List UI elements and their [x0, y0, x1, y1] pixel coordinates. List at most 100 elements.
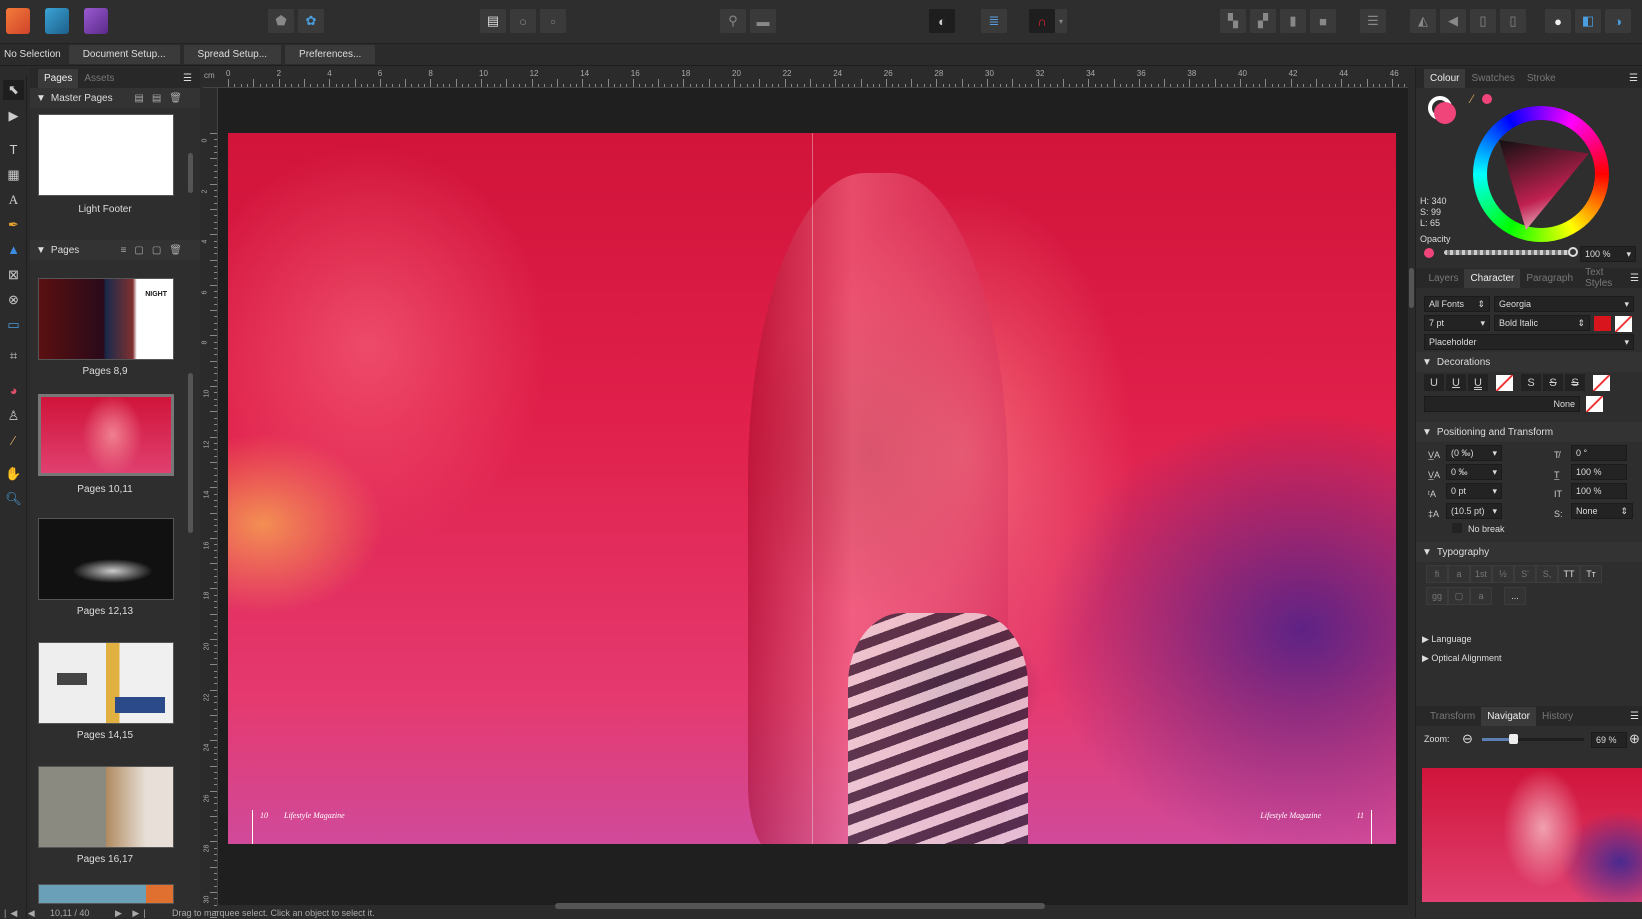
zoom-out-icon[interactable]: ⊖: [1462, 731, 1473, 747]
tab-navigator[interactable]: Navigator: [1481, 706, 1537, 726]
tab-colour[interactable]: Colour: [1424, 68, 1466, 88]
page-thumb-8-9[interactable]: NIGHT: [38, 278, 174, 360]
zoom-field[interactable]: 69 %: [1591, 732, 1627, 748]
superscript-select[interactable]: None ⇕: [1571, 503, 1633, 519]
node-tool-icon[interactable]: ▶: [3, 106, 24, 126]
superscript-button[interactable]: S': [1514, 565, 1536, 583]
page-thumb-14-15[interactable]: [38, 642, 174, 724]
snapping-dropdown-icon[interactable]: ▾: [1055, 9, 1067, 33]
frame-mode-icon[interactable]: ▫: [540, 9, 566, 33]
zoom-tool-icon[interactable]: 🔍︎: [3, 489, 24, 509]
zoom-slider-handle[interactable]: [1508, 734, 1518, 744]
tab-assets[interactable]: Assets: [78, 69, 120, 88]
tracking-field[interactable]: (0 ‰) ▾: [1446, 445, 1502, 461]
master-pages-section[interactable]: ▼ Master Pages ▤▤🗑︎: [30, 88, 200, 108]
tab-stroke[interactable]: Stroke: [1521, 69, 1562, 88]
font-style-select[interactable]: Bold Italic ⇕: [1494, 315, 1590, 331]
horizontal-scale-field[interactable]: 100 %: [1571, 483, 1627, 499]
underline-double-button[interactable]: U: [1468, 374, 1488, 391]
rotate-right-icon[interactable]: ▯: [1500, 9, 1526, 33]
color-picker-tool-icon[interactable]: ⁄: [3, 431, 24, 451]
no-break-checkbox[interactable]: [1452, 523, 1462, 533]
shear-field[interactable]: 0 °: [1571, 445, 1627, 461]
baseline-grid-icon[interactable]: ≣: [981, 9, 1007, 33]
tab-pages[interactable]: Pages: [38, 68, 79, 88]
arrange-forward-icon[interactable]: ▮: [1280, 9, 1306, 33]
contextual-button[interactable]: a: [1470, 587, 1492, 605]
picked-color-swatch[interactable]: [1482, 94, 1492, 104]
small-caps-button[interactable]: Tт: [1580, 565, 1602, 583]
opacity-slider-handle[interactable]: [1568, 247, 1578, 257]
vertical-scale-field[interactable]: 100 %: [1571, 464, 1627, 480]
pages-scrollbar[interactable]: [188, 373, 193, 533]
tab-layers[interactable]: Layers: [1422, 269, 1464, 288]
opacity-slider[interactable]: [1444, 247, 1578, 257]
place-image-tool-icon[interactable]: ▭: [3, 315, 24, 335]
decorations-section[interactable]: ▼ Decorations: [1416, 352, 1642, 372]
horizontal-scrollbar[interactable]: [555, 903, 1045, 909]
positioning-section[interactable]: ▼ Positioning and Transform: [1416, 422, 1642, 442]
document-setup-button[interactable]: Document Setup...: [68, 45, 180, 64]
photo-persona-icon[interactable]: [84, 8, 108, 34]
boolean-subtract-icon[interactable]: ◧: [1575, 9, 1601, 33]
tab-history[interactable]: History: [1536, 707, 1579, 726]
subscript-button[interactable]: S,: [1536, 565, 1558, 583]
opacity-field[interactable]: 100 % ▾: [1580, 246, 1636, 262]
fractions-button[interactable]: ½: [1492, 565, 1514, 583]
underline-button[interactable]: U: [1424, 374, 1444, 391]
artistic-text-tool-icon[interactable]: A: [3, 190, 24, 210]
arrange-front-icon[interactable]: ■: [1310, 9, 1336, 33]
spread-pages-10-11[interactable]: 10 Lifestyle Magazine Lifestyle Magazine…: [228, 133, 1396, 844]
designer-persona-icon[interactable]: [45, 8, 69, 34]
strike-color-none[interactable]: [1593, 374, 1610, 391]
page-thumb-18-19[interactable]: [38, 884, 174, 904]
page-thumb-16-17[interactable]: [38, 766, 174, 848]
underline-color-none[interactable]: [1496, 374, 1513, 391]
underline-single-button[interactable]: U: [1446, 374, 1466, 391]
leading-field[interactable]: (10.5 pt) ▾: [1446, 503, 1502, 519]
eyedropper-icon[interactable]: ⁄: [1471, 92, 1473, 106]
pen-tool-icon[interactable]: ✒: [3, 215, 24, 235]
line-color-none[interactable]: [1586, 396, 1603, 412]
optical-alignment-section[interactable]: ▶ Optical Alignment: [1422, 653, 1501, 664]
first-prev-page-icons[interactable]: |◀ ◀: [4, 908, 39, 919]
text-highlight-none-swatch[interactable]: [1615, 316, 1632, 332]
strikethrough-single-button[interactable]: S: [1543, 374, 1563, 391]
flower-icon[interactable]: ✿: [298, 9, 324, 33]
ellipse-frame-tool-icon[interactable]: ⊗: [3, 290, 24, 310]
strikethrough-button[interactable]: S: [1521, 374, 1541, 391]
circle-mode-icon[interactable]: ○: [510, 9, 536, 33]
publisher-persona-icon[interactable]: [6, 8, 30, 34]
panel-menu-icon[interactable]: ☰: [183, 73, 192, 84]
page-thumb-10-11[interactable]: [38, 394, 174, 476]
font-collection-select[interactable]: All Fonts ⇕: [1424, 296, 1490, 312]
table-tool-icon[interactable]: ▦: [3, 165, 24, 185]
picture-frame-tool-icon[interactable]: ⊠: [3, 265, 24, 285]
tab-text-styles[interactable]: Text Styles: [1579, 263, 1630, 293]
more-typography-button[interactable]: ...: [1504, 587, 1526, 605]
vertical-ruler[interactable]: 0 2 4 6 8 10 12 14 16 18 20 22 24 26 28 30: [201, 88, 218, 919]
zoom-in-icon[interactable]: ⊕: [1629, 731, 1640, 747]
document-canvas[interactable]: 10 Lifestyle Magazine Lifestyle Magazine…: [218, 88, 1408, 905]
swash-button[interactable]: a: [1448, 565, 1470, 583]
tab-transform[interactable]: Transform: [1424, 707, 1481, 726]
ligatures-button[interactable]: fi: [1426, 565, 1448, 583]
pages-section[interactable]: ▼ Pages ≡▢▢🗑︎: [30, 240, 200, 260]
rotate-left-icon[interactable]: ▯: [1470, 9, 1496, 33]
crop-tool-icon[interactable]: ⌗: [3, 346, 24, 366]
language-section[interactable]: ▶ Language: [1422, 634, 1471, 645]
text-color-swatch[interactable]: [1594, 316, 1611, 331]
line-style-select[interactable]: None: [1424, 396, 1580, 412]
navigator-preview[interactable]: [1422, 768, 1642, 902]
alternates-button[interactable]: gg: [1426, 587, 1448, 605]
master-actions-icons[interactable]: ▤▤🗑︎: [134, 93, 190, 104]
panel-menu-icon[interactable]: ☰: [1630, 273, 1639, 284]
panel-menu-icon[interactable]: ☰: [1629, 73, 1638, 84]
ordinals-button[interactable]: 1st: [1470, 565, 1492, 583]
align-icon[interactable]: ☰: [1360, 9, 1386, 33]
colour-wheel[interactable]: [1473, 106, 1609, 242]
horizontal-ruler[interactable]: cm 0 2 4 6 8 10 12 14 16 18 20 22 24 26 28 30 32 34 36 38 40 4…: [203, 68, 1419, 88]
all-caps-button[interactable]: TT: [1558, 565, 1580, 583]
show-hide-icon[interactable]: ◐: [929, 9, 955, 33]
page-thumb-12-13[interactable]: [38, 518, 174, 600]
